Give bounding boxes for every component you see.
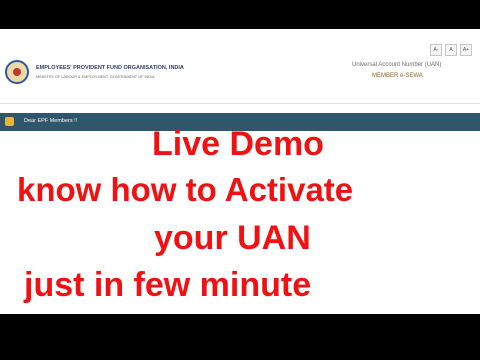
member-esewa-label: MEMBER e-SEWA <box>372 73 423 79</box>
header-divider <box>0 103 480 104</box>
uan-title: Universal Account Number (UAN) <box>352 62 442 68</box>
epfo-logo-icon <box>5 60 29 84</box>
overlay-line-1: Live Demo <box>152 125 324 163</box>
org-name: EMPLOYEES' PROVIDENT FUND ORGANISATION, … <box>36 65 184 71</box>
notice-text: Dear EPF Members !! <box>24 118 78 124</box>
web-page: A- A A+ EMPLOYEES' PROVIDENT FUND ORGANI… <box>0 29 480 314</box>
overlay-line-3: your UAN <box>154 219 311 257</box>
overlay-line-4: just in few minute <box>24 266 312 304</box>
overlay-line-2: know how to Activate <box>17 171 354 208</box>
ministry-name: MINISTRY OF LABOUR & EMPLOYMENT, GOVERNM… <box>36 75 155 79</box>
notice-icon <box>5 117 14 126</box>
